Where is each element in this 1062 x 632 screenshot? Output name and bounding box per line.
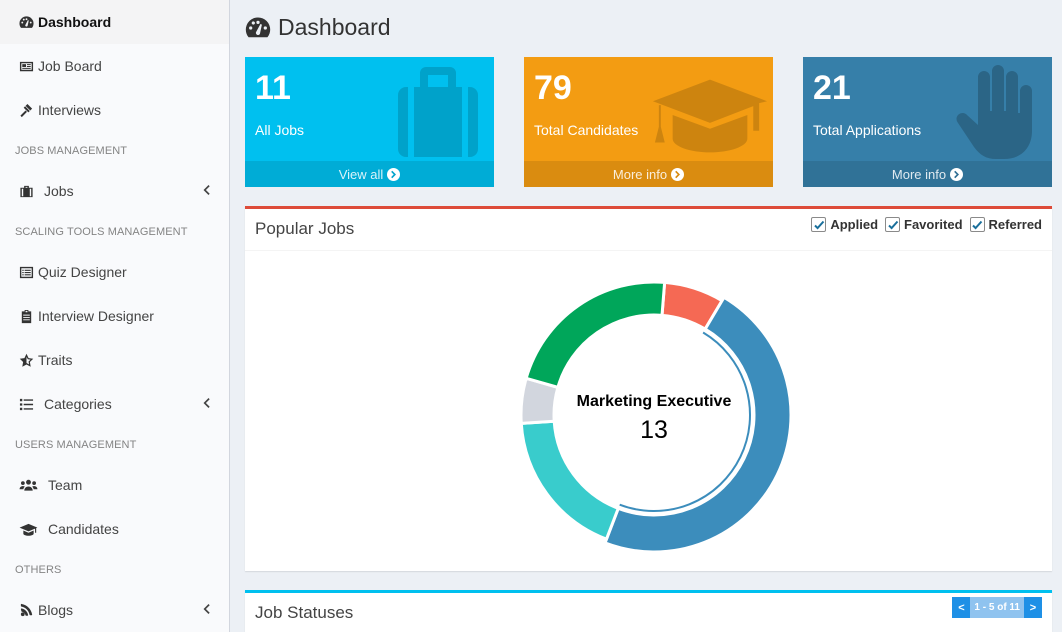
sidebar-item-label: Interview Designer bbox=[38, 308, 154, 324]
blog-icon bbox=[18, 602, 34, 618]
check-icon bbox=[885, 217, 901, 232]
sidebar-item-blogs[interactable]: Blogs bbox=[0, 588, 229, 632]
nav-header-jobs-management: JOBS MANAGEMENT bbox=[15, 144, 128, 157]
gavel-icon bbox=[18, 102, 34, 118]
stat-box-total-candidates: 79 Total Candidates More info bbox=[524, 57, 773, 187]
stat-box-all-jobs: 11 All Jobs View all bbox=[245, 57, 494, 187]
checkbox-applied[interactable]: Applied bbox=[811, 217, 878, 232]
box-header: Job Statuses < 1 - 5 of 11 > bbox=[245, 593, 1052, 632]
checkbox-label: Referred bbox=[988, 217, 1042, 232]
nav-header-others: OTHERS bbox=[15, 563, 62, 576]
sidebar-item-label: Traits bbox=[38, 352, 73, 368]
arrow-circle-right-icon bbox=[671, 167, 685, 181]
sidebar-item-dashboard[interactable]: Dashboard bbox=[0, 0, 229, 44]
donut-slice[interactable] bbox=[524, 280, 667, 390]
arrow-circle-right-icon bbox=[950, 167, 964, 181]
sidebar-item-label: Interviews bbox=[38, 102, 102, 118]
sidebar-item-label: Blogs bbox=[38, 602, 74, 618]
stat-label: All Jobs bbox=[255, 122, 305, 138]
checkbox-referred[interactable]: Referred bbox=[969, 217, 1042, 232]
nav-header-scaling-tools: SCALING TOOLS MANAGEMENT bbox=[15, 225, 188, 238]
briefcase-icon bbox=[18, 183, 34, 199]
stat-value: 21 bbox=[813, 69, 851, 107]
view-all-link[interactable]: View all bbox=[245, 161, 494, 187]
link-label: More info bbox=[891, 166, 947, 182]
sidebar-item-traits[interactable]: Traits bbox=[0, 338, 229, 382]
page-title: Dashboard bbox=[245, 14, 391, 41]
pagination: < 1 - 5 of 11 > bbox=[952, 597, 1042, 618]
stat-label: Total Applications bbox=[813, 122, 922, 138]
page-info: 1 - 5 of 11 bbox=[970, 597, 1024, 618]
donut-slice[interactable] bbox=[603, 295, 793, 554]
chart-center-value: 13 bbox=[640, 416, 668, 444]
job-statuses-box: Job Statuses < 1 - 5 of 11 > bbox=[245, 590, 1052, 632]
link-label: More info bbox=[612, 166, 668, 182]
graduation-cap-icon bbox=[652, 79, 768, 153]
check-icon bbox=[969, 217, 985, 232]
main-content: Dashboard 11 All Jobs View all 79 Total … bbox=[230, 0, 1062, 632]
sidebar-item-label: Quiz Designer bbox=[38, 264, 127, 280]
sidebar-item-quiz-designer[interactable]: Quiz Designer bbox=[0, 250, 229, 294]
filter-checkboxes: Applied Favorited Referred bbox=[811, 217, 1042, 232]
dashboard-icon bbox=[245, 16, 271, 37]
chevron-left-icon bbox=[201, 183, 211, 199]
sidebar: Dashboard Job Board Interviews JOBS MANA… bbox=[0, 0, 230, 632]
sidebar-item-label: Job Board bbox=[38, 58, 102, 74]
sidebar-item-interviews[interactable]: Interviews bbox=[0, 88, 229, 132]
sidebar-item-categories[interactable]: Categories bbox=[0, 382, 229, 426]
chart-center-label: Marketing Executive bbox=[577, 393, 732, 410]
popular-jobs-box: Popular Jobs Applied Favorited Referred … bbox=[245, 206, 1052, 571]
chevron-left-icon bbox=[201, 602, 211, 618]
stat-box-total-applications: 21 Total Applications More info bbox=[803, 57, 1052, 187]
graduation-cap-icon bbox=[18, 521, 38, 537]
prev-page-button[interactable]: < bbox=[952, 597, 971, 618]
checkbox-label: Applied bbox=[830, 217, 879, 232]
sidebar-item-label: Dashboard bbox=[38, 14, 112, 30]
newspaper-icon bbox=[18, 58, 34, 74]
popular-jobs-donut-chart: Marketing Executive 13 bbox=[519, 280, 793, 554]
clipboard-icon bbox=[18, 308, 34, 324]
hand-icon bbox=[956, 65, 1032, 159]
link-label: View all bbox=[338, 166, 384, 182]
sidebar-item-jobs[interactable]: Jobs bbox=[0, 169, 229, 213]
nav-header-users-management: USERS MANAGEMENT bbox=[15, 438, 137, 451]
star-half-icon bbox=[18, 352, 34, 368]
dashboard-icon bbox=[18, 14, 34, 30]
sidebar-item-label: Jobs bbox=[44, 183, 74, 199]
list-icon bbox=[18, 396, 34, 412]
sidebar-item-label: Candidates bbox=[48, 521, 119, 537]
more-info-link[interactable]: More info bbox=[524, 161, 773, 187]
box-title: Job Statuses bbox=[255, 603, 354, 622]
checkbox-label: Favorited bbox=[904, 217, 963, 232]
list-alt-icon bbox=[18, 264, 34, 280]
users-icon bbox=[18, 477, 38, 493]
box-title: Popular Jobs bbox=[255, 219, 355, 238]
sidebar-item-label: Team bbox=[48, 477, 83, 493]
suitcase-icon bbox=[398, 67, 478, 157]
box-header: Popular Jobs Applied Favorited Referred bbox=[245, 209, 1052, 251]
sidebar-item-job-board[interactable]: Job Board bbox=[0, 44, 229, 88]
next-page-button[interactable]: > bbox=[1024, 597, 1042, 618]
chevron-left-icon bbox=[201, 396, 211, 412]
arrow-circle-right-icon bbox=[387, 167, 401, 181]
stat-label: Total Candidates bbox=[534, 122, 639, 138]
stat-value: 79 bbox=[534, 69, 572, 107]
check-icon bbox=[811, 217, 827, 232]
more-info-link[interactable]: More info bbox=[803, 161, 1052, 187]
sidebar-item-candidates[interactable]: Candidates bbox=[0, 507, 229, 551]
sidebar-item-interview-designer[interactable]: Interview Designer bbox=[0, 294, 229, 338]
donut-slice[interactable] bbox=[519, 419, 621, 542]
sidebar-item-team[interactable]: Team bbox=[0, 463, 229, 507]
sidebar-item-label: Categories bbox=[44, 396, 112, 412]
checkbox-favorited[interactable]: Favorited bbox=[885, 217, 963, 232]
page-title-text: Dashboard bbox=[278, 14, 391, 40]
stat-value: 11 bbox=[255, 69, 291, 107]
